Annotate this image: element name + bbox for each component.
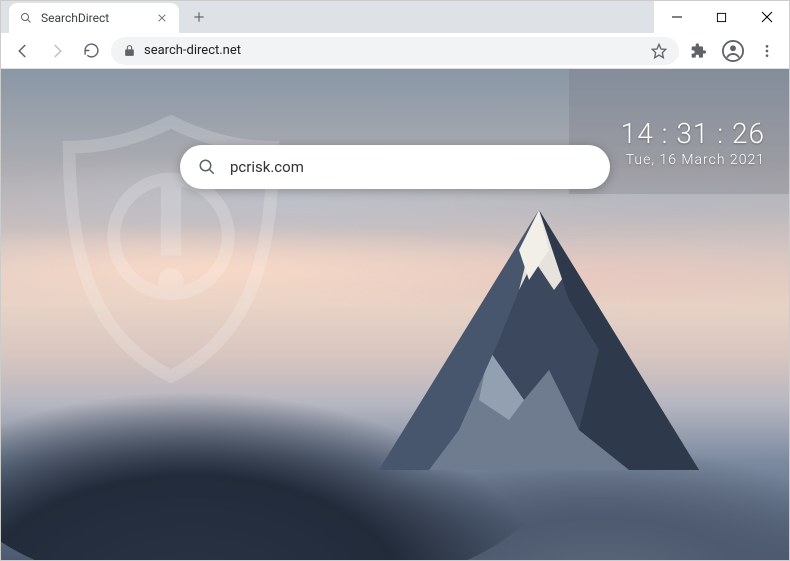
tab-title: SearchDirect <box>41 11 147 25</box>
browser-tab[interactable]: SearchDirect <box>9 3 179 33</box>
clock-time: 14 : 31 : 26 <box>621 117 765 150</box>
search-icon <box>198 158 216 176</box>
menu-button[interactable] <box>753 37 781 65</box>
search-favicon-icon <box>19 11 33 25</box>
tab-strip: SearchDirect <box>1 1 654 33</box>
tab-close-button[interactable] <box>155 11 169 25</box>
clock-widget: 14 : 31 : 26 Tue, 16 March 2021 <box>621 117 765 168</box>
mountain-graphic <box>369 200 709 500</box>
address-bar[interactable]: search-direct.net <box>111 37 679 65</box>
search-bar[interactable] <box>180 145 610 189</box>
new-tab-button[interactable] <box>185 3 213 31</box>
window-minimize-button[interactable] <box>654 1 699 33</box>
profile-button[interactable] <box>719 37 747 65</box>
window-maximize-button[interactable] <box>699 1 744 33</box>
address-bar-url: search-direct.net <box>144 43 643 58</box>
browser-window: SearchDirect <box>0 0 790 561</box>
clock-date: Tue, 16 March 2021 <box>621 152 765 168</box>
lock-icon <box>123 44 136 57</box>
bookmark-star-icon[interactable] <box>651 43 667 59</box>
forward-button[interactable] <box>43 37 71 65</box>
extensions-button[interactable] <box>685 37 713 65</box>
window-controls <box>654 1 789 33</box>
back-button[interactable] <box>9 37 37 65</box>
window-close-button[interactable] <box>744 1 789 33</box>
page-content: 14 : 31 : 26 Tue, 16 March 2021 <box>1 69 789 560</box>
browser-toolbar: search-direct.net <box>1 33 789 69</box>
search-input[interactable] <box>230 158 592 176</box>
reload-button[interactable] <box>77 37 105 65</box>
titlebar: SearchDirect <box>1 1 789 33</box>
